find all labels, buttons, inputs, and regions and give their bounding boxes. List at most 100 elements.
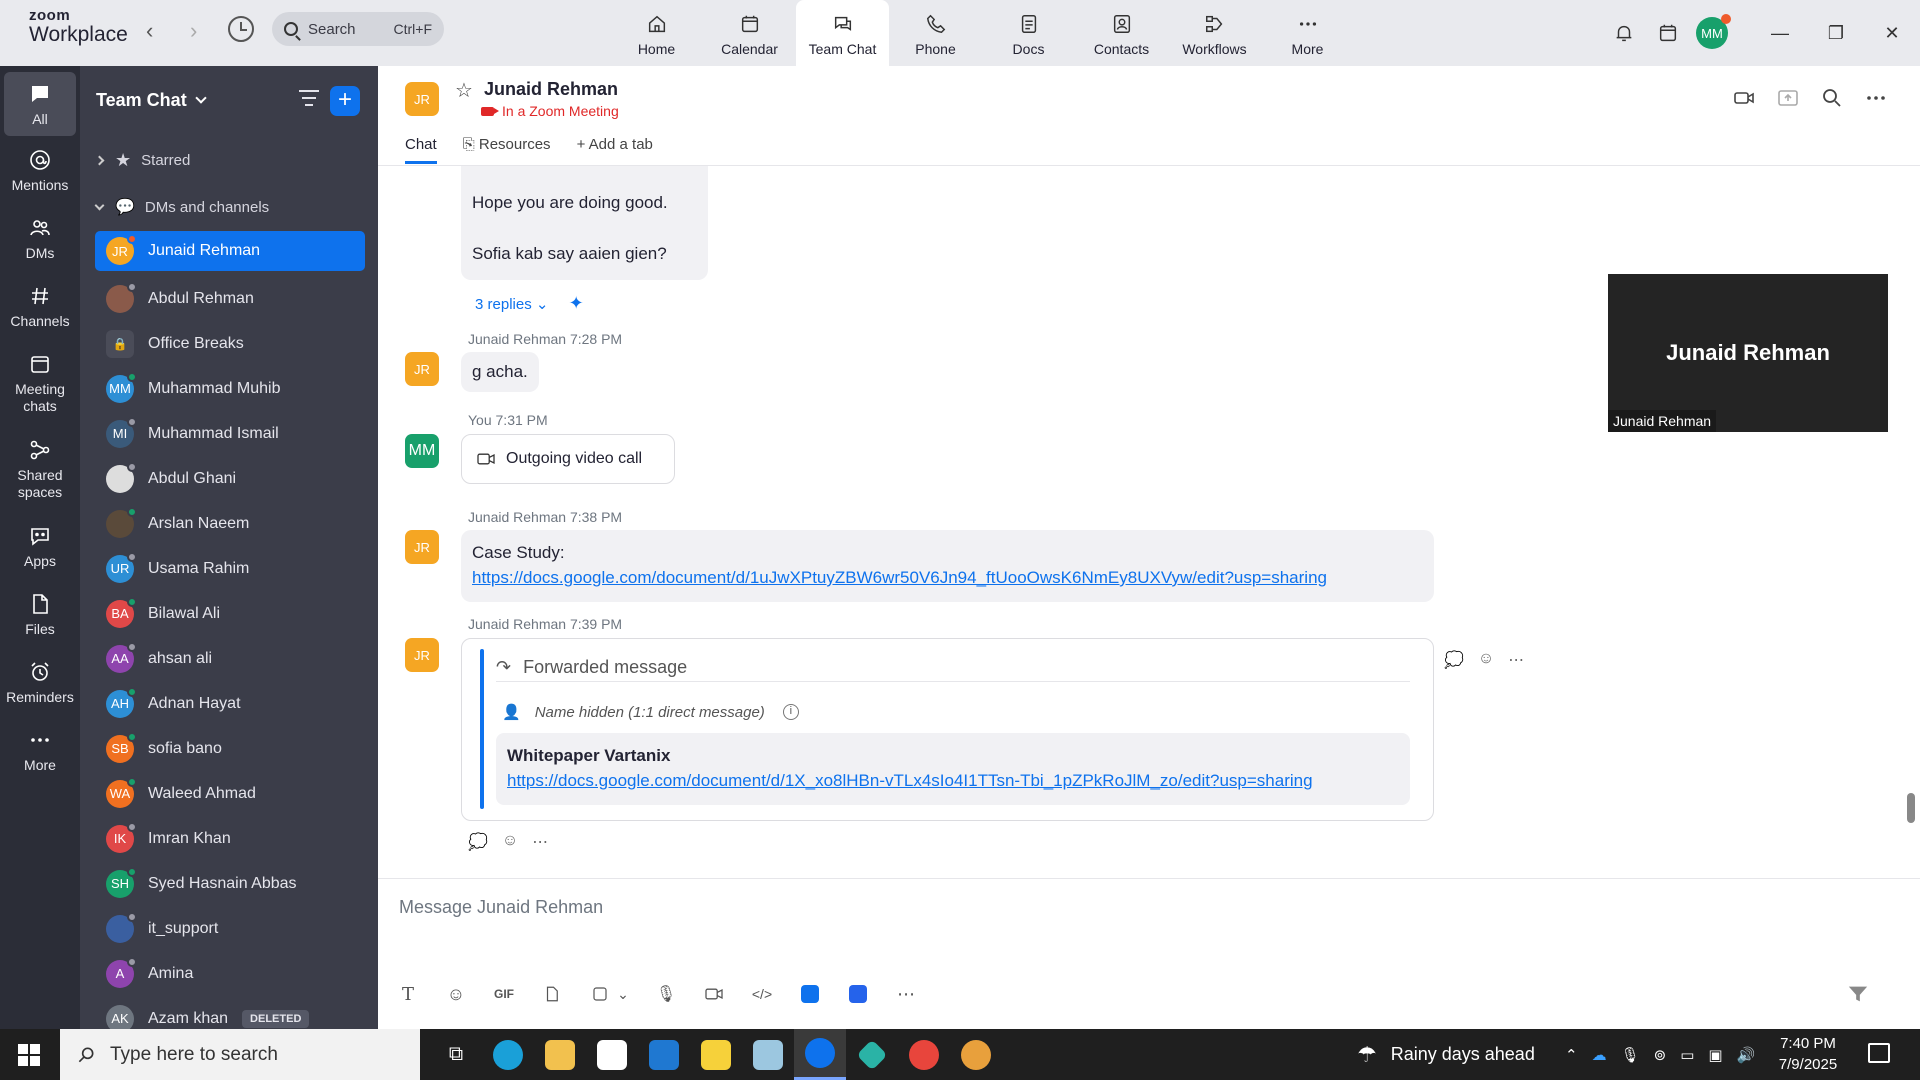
tab-home[interactable]: Home	[610, 0, 703, 66]
rail-files[interactable]: Files	[0, 592, 80, 638]
video-call-card[interactable]: Outgoing video call	[461, 434, 675, 484]
list-item[interactable]: IK Imran Khan	[95, 816, 365, 861]
app-icon[interactable]	[847, 983, 869, 1005]
avatar[interactable]: JR	[405, 530, 439, 564]
tab-docs[interactable]: Docs	[982, 0, 1075, 66]
tab-resources[interactable]: ⎘ Resources	[463, 136, 551, 164]
sticky-notes-icon[interactable]	[690, 1029, 742, 1080]
file-explorer-icon[interactable]	[534, 1029, 586, 1080]
reply-icon[interactable]: 💭	[468, 832, 488, 852]
message-input[interactable]: Message Junaid Rehman	[399, 897, 603, 918]
star-icon[interactable]: ☆	[455, 78, 473, 103]
more-icon[interactable]: ⋯	[895, 983, 917, 1005]
search-icon[interactable]	[1820, 86, 1844, 110]
send-icon[interactable]	[1846, 983, 1870, 1005]
filter-icon[interactable]	[298, 90, 320, 111]
history-icon[interactable]	[228, 16, 254, 42]
notifications-icon[interactable]	[1868, 1043, 1890, 1063]
tab-calendar[interactable]: Calendar	[703, 0, 796, 66]
meeting-video-preview[interactable]: Junaid Rehman Junaid Rehman	[1608, 274, 1888, 432]
list-item[interactable]: AA ahsan ali	[95, 636, 365, 681]
taskbar-search-input[interactable]: Type here to search	[60, 1029, 420, 1080]
chrome-icon[interactable]	[950, 1029, 1002, 1080]
list-item[interactable]: Abdul Rehman	[95, 276, 365, 321]
list-item[interactable]: JR Junaid Rehman	[95, 231, 365, 271]
tab-contacts[interactable]: Contacts	[1075, 0, 1168, 66]
chrome-icon[interactable]	[898, 1029, 950, 1080]
emoji-icon[interactable]: ☺	[445, 983, 467, 1005]
chevron-up-icon[interactable]: ⌃	[1565, 1046, 1578, 1064]
store-icon[interactable]	[586, 1029, 638, 1080]
rail-all[interactable]: All	[4, 72, 76, 136]
back-icon[interactable]: ‹	[146, 18, 153, 44]
list-item[interactable]: SB sofia bano	[95, 726, 365, 771]
list-item[interactable]: it_support	[95, 906, 365, 951]
mail-icon[interactable]	[638, 1029, 690, 1080]
schedule-icon[interactable]	[1652, 17, 1684, 49]
emoji-icon[interactable]: ☺	[1478, 650, 1494, 670]
section-starred[interactable]: ★ Starred	[94, 150, 190, 171]
zoom-taskbar-icon[interactable]	[794, 1029, 846, 1080]
tab-chat[interactable]: Chat	[405, 136, 437, 164]
avatar[interactable]: JR	[405, 638, 439, 672]
replies-link[interactable]: 3 replies ⌄ ✦	[475, 293, 584, 314]
ai-sparkle-icon[interactable]: ✦	[569, 293, 584, 313]
windows-start-icon[interactable]	[18, 1044, 40, 1066]
list-item[interactable]: MI Muhammad Ismail	[95, 411, 365, 456]
list-item[interactable]: A Amina	[95, 951, 365, 996]
rail-meeting-chats[interactable]: Meeting chats	[0, 352, 80, 415]
app-icon[interactable]	[742, 1029, 794, 1080]
taskbar-clock[interactable]: 7:40 PM 7/9/2025	[1760, 1033, 1856, 1075]
more-icon[interactable]	[1864, 86, 1888, 110]
share-screen-icon[interactable]	[1776, 86, 1800, 110]
app-icon[interactable]	[799, 983, 821, 1005]
section-dms-channels[interactable]: 💬 DMs and channels	[94, 197, 269, 217]
edge-icon[interactable]	[482, 1029, 534, 1080]
list-item[interactable]: Arslan Naeem	[95, 501, 365, 546]
weather-widget[interactable]: ☂ Rainy days ahead	[1357, 1029, 1535, 1080]
sidebar-title[interactable]: Team Chat	[96, 90, 207, 111]
onedrive-icon[interactable]: ☁	[1592, 1046, 1607, 1064]
more-icon[interactable]: ⋯	[1508, 650, 1524, 670]
battery-icon[interactable]: ▭	[1680, 1046, 1694, 1064]
add-tab-button[interactable]: + Add a tab	[577, 136, 653, 164]
reply-icon[interactable]: 💭	[1444, 650, 1464, 670]
tab-more[interactable]: More	[1261, 0, 1354, 66]
search-input[interactable]: Search Ctrl+F	[272, 12, 444, 46]
rail-mentions[interactable]: Mentions	[0, 148, 80, 194]
video-message-icon[interactable]	[703, 983, 725, 1005]
doc-link[interactable]: https://docs.google.com/document/d/1X_xo…	[507, 768, 1399, 793]
contact-name[interactable]: Junaid Rehman	[484, 79, 618, 100]
scrollbar[interactable]	[1907, 793, 1915, 823]
user-avatar[interactable]: MM	[1696, 14, 1731, 49]
list-item[interactable]: UR Usama Rahim	[95, 546, 365, 591]
forward-icon[interactable]: ›	[190, 18, 197, 44]
list-item[interactable]: MM Muhammad Muhib	[95, 366, 365, 411]
code-icon[interactable]: </>	[751, 983, 773, 1005]
list-item[interactable]: SH Syed Hasnain Abbas	[95, 861, 365, 906]
app-icon[interactable]	[846, 1029, 898, 1080]
gif-icon[interactable]: GIF	[493, 983, 515, 1005]
list-item[interactable]: 🔒 Office Breaks	[95, 321, 365, 366]
network-icon[interactable]: ▣	[1708, 1046, 1722, 1064]
screenshot-icon[interactable]	[589, 983, 611, 1005]
avatar[interactable]: JR	[405, 82, 439, 116]
rail-reminders[interactable]: Reminders	[0, 660, 80, 706]
rail-shared-spaces[interactable]: Shared spaces	[0, 438, 80, 501]
avatar[interactable]: MM	[405, 434, 439, 468]
app-tray-icon[interactable]: ⊚	[1654, 1046, 1667, 1064]
close-button[interactable]: ✕	[1864, 13, 1920, 53]
list-item[interactable]: BA Bilawal Ali	[95, 591, 365, 636]
minimize-button[interactable]: —	[1752, 13, 1808, 53]
bell-icon[interactable]	[1608, 17, 1640, 49]
tab-workflows[interactable]: Workflows	[1168, 0, 1261, 66]
restore-button[interactable]: ❐	[1808, 13, 1864, 53]
microphone-icon[interactable]: 🎙	[655, 983, 677, 1005]
info-icon[interactable]: i	[782, 704, 799, 720]
more-icon[interactable]: ⋯	[532, 832, 548, 852]
tab-phone[interactable]: Phone	[889, 0, 982, 66]
volume-icon[interactable]: 🔊	[1737, 1046, 1756, 1064]
rail-dms[interactable]: DMs	[0, 216, 80, 262]
doc-link[interactable]: https://docs.google.com/document/d/1uJwX…	[472, 565, 1423, 590]
rail-more[interactable]: More	[0, 728, 80, 774]
